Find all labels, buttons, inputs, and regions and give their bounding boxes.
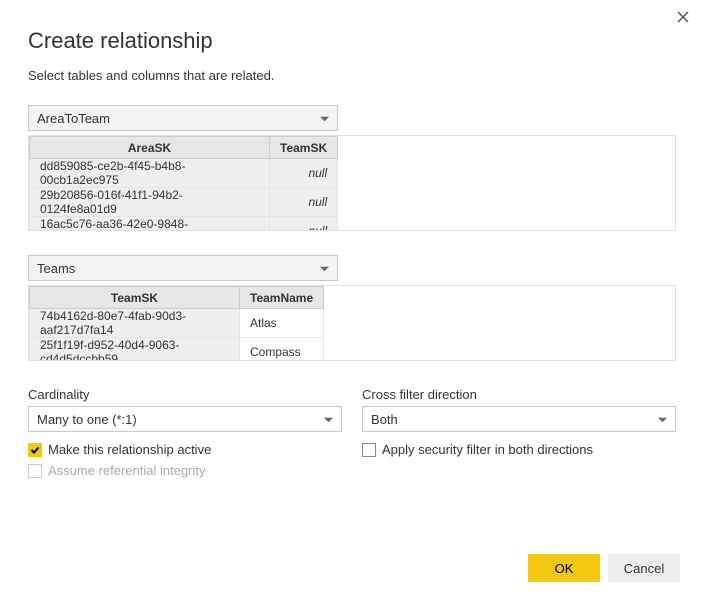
- cancel-button[interactable]: Cancel: [608, 554, 680, 582]
- checkbox-icon: [28, 443, 42, 457]
- chevron-down-icon: [320, 111, 329, 126]
- crossfilter-label: Cross filter direction: [362, 387, 676, 402]
- chevron-down-icon: [320, 261, 329, 276]
- cardinality-select[interactable]: Many to one (*:1): [28, 406, 342, 432]
- security-checkbox[interactable]: Apply security filter in both directions: [362, 442, 676, 457]
- chevron-down-icon: [658, 412, 667, 427]
- dialog-subtitle: Select tables and columns that are relat…: [28, 68, 676, 83]
- chevron-down-icon: [324, 412, 333, 427]
- from-col-header: AreaSK: [30, 137, 270, 159]
- table-row: 74b4162d-80e7-4fab-90d3-aaf217d7fa14Atla…: [30, 309, 324, 338]
- from-table-value: AreaToTeam: [37, 111, 110, 126]
- close-button[interactable]: [674, 8, 692, 26]
- crossfilter-select[interactable]: Both: [362, 406, 676, 432]
- to-col-header: TeamSK: [30, 287, 240, 309]
- to-table-preview: TeamSK TeamName 74b4162d-80e7-4fab-90d3-…: [28, 285, 676, 361]
- table-row: 16ac5c76-aa36-42e0-9848-024c6b334f2fnull: [30, 217, 338, 232]
- integrity-checkbox: Assume referential integrity: [28, 463, 342, 478]
- table-row: dd859085-ce2b-4f45-b4b8-00cb1a2ec975null: [30, 159, 338, 188]
- security-checkbox-label: Apply security filter in both directions: [382, 442, 593, 457]
- table-row: 29b20856-016f-41f1-94b2-0124fe8a01d9null: [30, 188, 338, 217]
- from-table-preview: AreaSK TeamSK dd859085-ce2b-4f45-b4b8-00…: [28, 135, 676, 231]
- cardinality-label: Cardinality: [28, 387, 342, 402]
- table-row: 25f1f19f-d952-40d4-9063-cd4d5dccbb59Comp…: [30, 338, 324, 362]
- close-icon: [676, 10, 690, 24]
- checkbox-icon: [28, 464, 42, 478]
- to-col-header: TeamName: [240, 287, 324, 309]
- active-checkbox-label: Make this relationship active: [48, 442, 211, 457]
- from-table-select[interactable]: AreaToTeam: [28, 105, 338, 131]
- to-table-value: Teams: [37, 261, 75, 276]
- dialog-title: Create relationship: [28, 28, 676, 54]
- ok-button[interactable]: OK: [528, 554, 600, 582]
- active-checkbox[interactable]: Make this relationship active: [28, 442, 342, 457]
- from-col-header: TeamSK: [270, 137, 338, 159]
- checkbox-icon: [362, 443, 376, 457]
- to-table-select[interactable]: Teams: [28, 255, 338, 281]
- integrity-checkbox-label: Assume referential integrity: [48, 463, 206, 478]
- cardinality-value: Many to one (*:1): [37, 412, 137, 427]
- crossfilter-value: Both: [371, 412, 398, 427]
